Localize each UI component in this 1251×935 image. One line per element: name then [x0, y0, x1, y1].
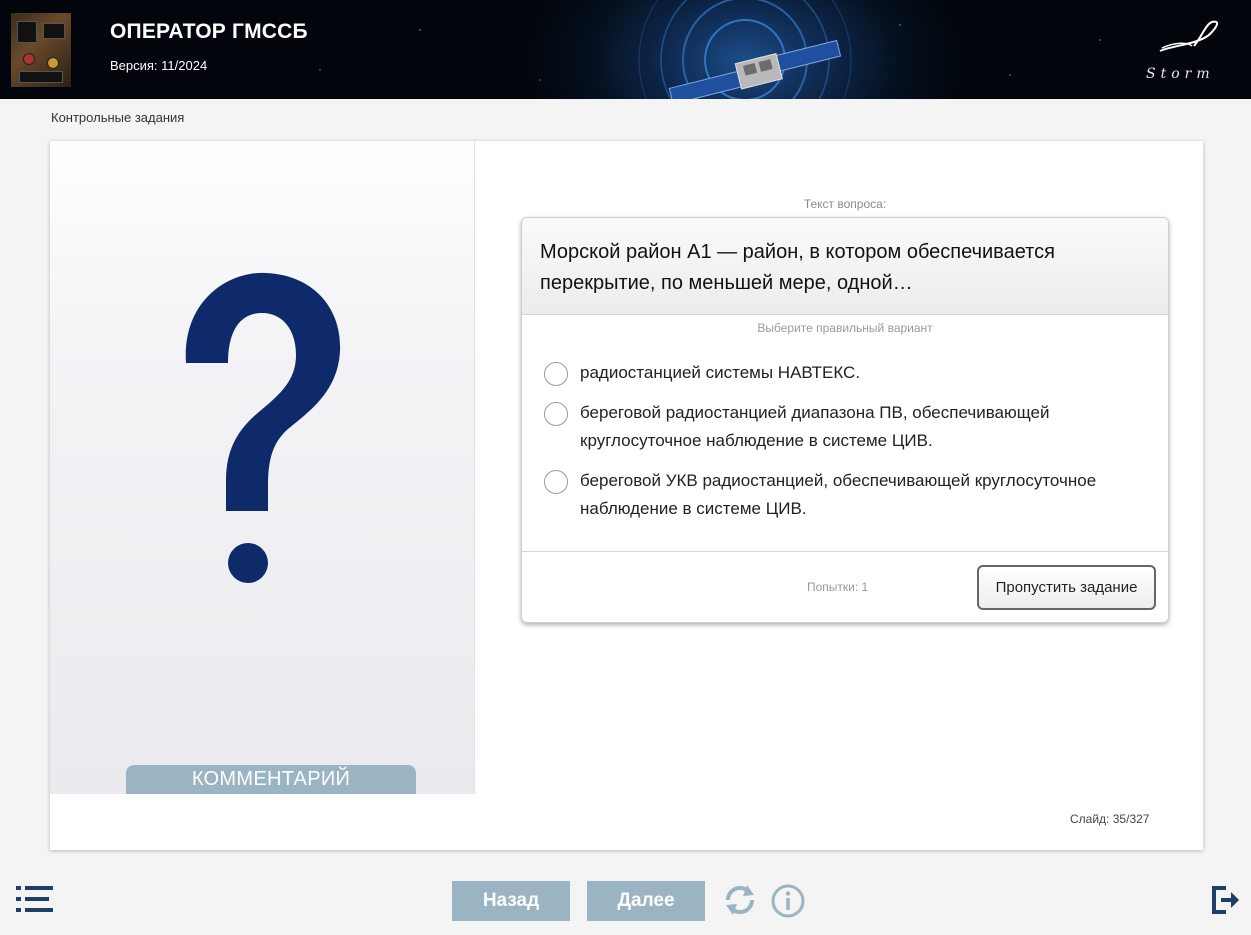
exit-icon[interactable]	[1212, 886, 1240, 914]
answer-option-label: береговой УКВ радиостанцией, обеспечиваю…	[580, 471, 1097, 518]
answer-option[interactable]: береговой УКВ радиостанцией, обеспечиваю…	[544, 467, 1168, 523]
skip-task-button[interactable]: Пропустить задание	[977, 565, 1156, 610]
next-button[interactable]: Далее	[587, 881, 705, 921]
slide-counter-label: Слайд:	[1070, 812, 1110, 826]
radio-button[interactable]	[544, 402, 568, 426]
info-icon[interactable]	[770, 883, 806, 919]
radio-button[interactable]	[544, 362, 568, 386]
question-mark-icon	[185, 272, 341, 583]
question-caption: Текст вопроса:	[803, 197, 887, 211]
attempts-counter: Попытки: 1	[807, 580, 869, 594]
menu-list-icon[interactable]	[16, 886, 54, 912]
logo-text: Storm	[1146, 66, 1215, 82]
question-hint: Выберите правильный вариант	[757, 321, 933, 335]
illustration-panel: КОММЕНТАРИЙ	[50, 141, 475, 794]
app-title: ОПЕРАТОР ГМССБ	[110, 20, 308, 43]
app-header: ОПЕРАТОР ГМССБ Версия: 11/2024 Storm	[0, 0, 1251, 99]
slide-current: 35	[1112, 812, 1127, 826]
slide-counter: Слайд: 35/327	[1070, 812, 1149, 826]
satellite-banner	[638, 0, 852, 99]
slide-total: 327	[1129, 812, 1150, 826]
reload-icon[interactable]	[722, 882, 758, 918]
radio-button[interactable]	[544, 470, 568, 494]
answer-option[interactable]: радиостанцией системы НАВТЕКС.	[544, 359, 1168, 387]
app-version: Версия: 11/2024	[110, 58, 208, 73]
slide-card: КОММЕНТАРИЙ Текст вопроса: Морской район…	[50, 141, 1203, 850]
answer-option-label: радиостанцией системы НАВТЕКС.	[580, 363, 861, 382]
answer-options: радиостанцией системы НАВТЕКС. береговой…	[522, 359, 1168, 523]
answer-option[interactable]: береговой радиостанцией диапазона ПВ, об…	[544, 399, 1168, 455]
course-thumbnail	[10, 12, 72, 88]
question-footer: Попытки: 1 Пропустить задание	[522, 551, 1168, 622]
storm-logo-icon	[1159, 20, 1218, 52]
question-text: Морской район А1 — район, в котором обес…	[522, 218, 1168, 315]
answer-option-label: береговой радиостанцией диапазона ПВ, об…	[580, 403, 1050, 450]
back-button[interactable]: Назад	[452, 881, 570, 921]
comment-button[interactable]: КОММЕНТАРИЙ	[126, 765, 416, 794]
breadcrumb: Контрольные задания	[51, 110, 185, 125]
question-box: Морской район А1 — район, в котором обес…	[521, 217, 1169, 623]
